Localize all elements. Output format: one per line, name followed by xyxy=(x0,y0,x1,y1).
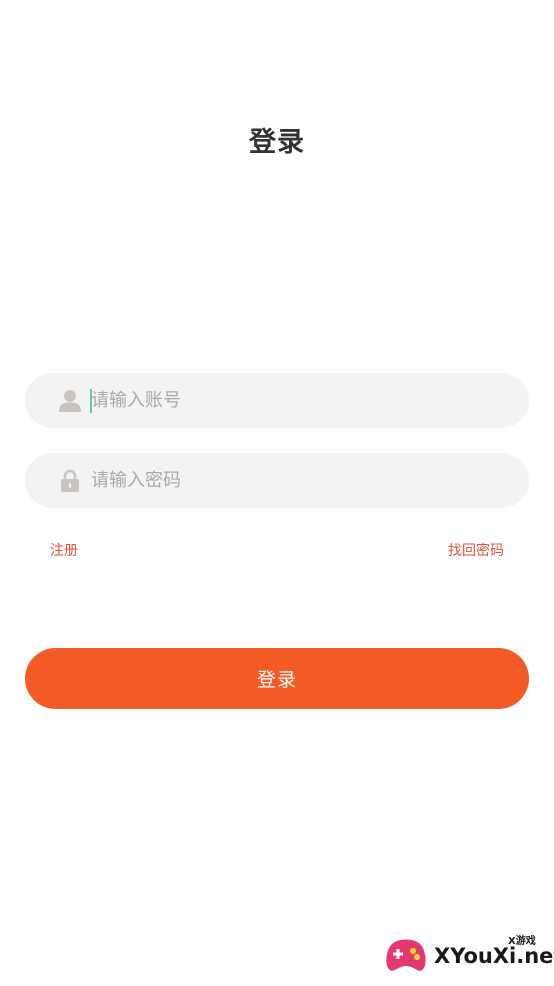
text-caret xyxy=(90,388,92,413)
register-link[interactable]: 注册 xyxy=(50,540,78,560)
password-field[interactable] xyxy=(25,453,529,508)
lock-icon xyxy=(59,469,81,493)
password-input[interactable] xyxy=(91,465,471,496)
account-field[interactable] xyxy=(25,373,529,428)
login-screen: 登录 注册 找回密码 登录 X游戏 XY xyxy=(0,0,554,986)
gamepad-logo-icon xyxy=(386,939,426,971)
forgot-password-link[interactable]: 找回密码 xyxy=(448,540,504,560)
page-title: 登录 xyxy=(249,127,305,158)
user-icon xyxy=(59,389,81,413)
login-button[interactable]: 登录 xyxy=(25,648,529,709)
watermark: X游戏 XYouXi.net xyxy=(384,930,554,978)
watermark-brand: XYouXi.net xyxy=(434,944,554,968)
account-input[interactable] xyxy=(91,385,471,416)
